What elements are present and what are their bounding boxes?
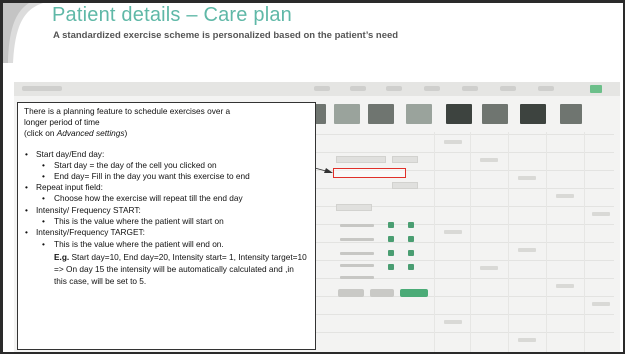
list-item-start-end-day: Start day/End day: — [24, 149, 309, 160]
intro-line: There is a planning feature to schedule … — [24, 106, 231, 116]
intro-line-advanced: (click on Advanced settings) — [24, 128, 309, 139]
sub-item-repeat: Choose how the exercise will repeat till… — [24, 193, 309, 204]
callout-intro: There is a planning feature to schedule … — [24, 106, 309, 140]
list-item-repeat-field: Repeat input field: — [24, 182, 309, 193]
explanation-callout: There is a planning feature to schedule … — [17, 102, 316, 350]
list-item-intensity-start: Intensity/ Frequency START: — [24, 205, 309, 216]
intro-suffix: ) — [124, 128, 128, 139]
sub-item-start-day: Start day = the day of the cell you clic… — [24, 160, 309, 171]
callout-list: Start day/End day: Start day = the day o… — [24, 149, 309, 288]
intro-line: longer period of time — [24, 117, 100, 128]
intro-prefix: (click on — [24, 128, 57, 139]
sub-item-end-day: End day= Fill in the day you want this e… — [24, 171, 309, 182]
sub-item-intensity-start: This is the value where the patient will… — [24, 216, 309, 227]
example-label: E.g. — [54, 251, 70, 262]
advanced-settings-link: Advanced settings — [56, 128, 125, 139]
sub-item-intensity-target: This is the value where the patient will… — [24, 238, 309, 288]
example-text: Start day=10, End day=20, Intensity star… — [54, 251, 307, 287]
list-item-intensity-target: Intensity/Frequency TARGET: — [24, 227, 309, 238]
target-detail: This is the value where the patient will… — [54, 239, 224, 250]
